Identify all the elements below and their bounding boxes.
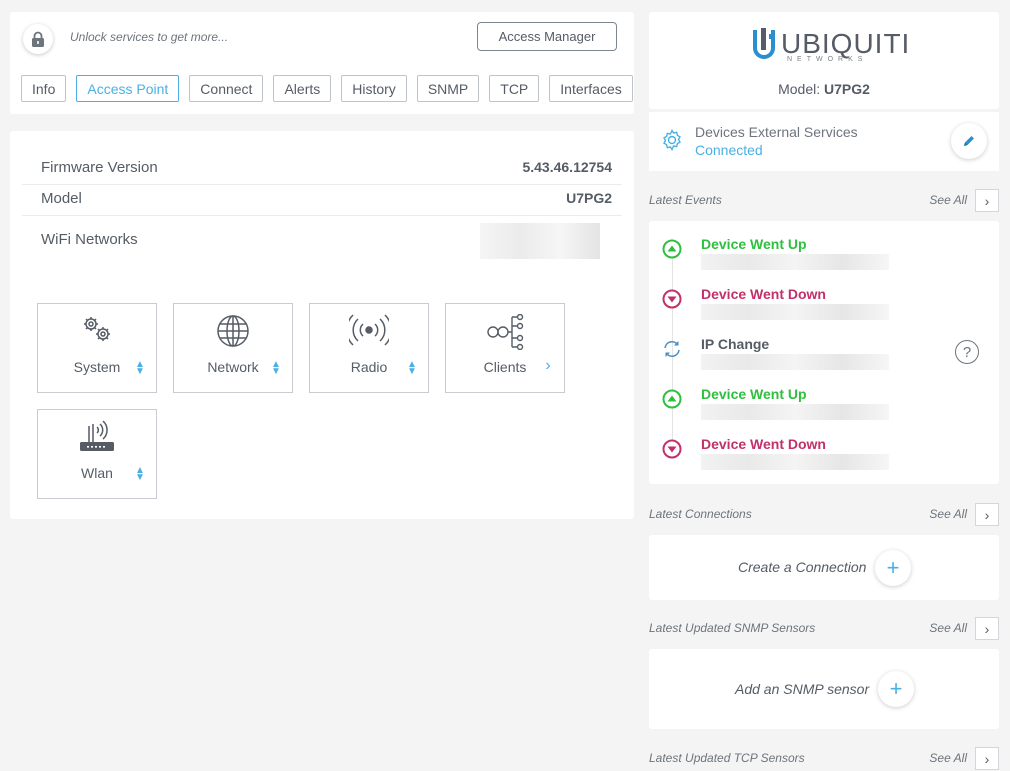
- updown-icon: ▲ ▼: [271, 359, 281, 377]
- create-connection-text: Create a Connection: [738, 559, 867, 575]
- model-row: Model U7PG2: [22, 190, 622, 216]
- section-title: Latest Updated TCP Sensors: [649, 751, 805, 765]
- latest-tcp-header: Latest Updated TCP Sensors See All ›: [649, 747, 999, 770]
- model-prefix: Model:: [778, 81, 821, 97]
- brand-sub: NETWORKS: [787, 56, 868, 63]
- wifi-router-icon: [38, 420, 156, 454]
- arrow-up-circle-icon: [662, 239, 682, 259]
- add-connection-button[interactable]: +: [875, 550, 911, 586]
- device-model-line: Model: U7PG2: [649, 81, 999, 97]
- firmware-value: 5.43.46.12754: [522, 159, 612, 175]
- ubiquiti-logo: UBIQUITI NETWORKS: [747, 26, 911, 63]
- access-point-info-card: Firmware Version 5.43.46.12754 Model U7P…: [10, 131, 634, 519]
- section-title: Latest Connections: [649, 507, 752, 521]
- model-label: Model: [41, 190, 82, 207]
- clients-network-icon: [446, 314, 564, 350]
- firmware-row: Firmware Version 5.43.46.12754: [22, 159, 622, 185]
- arrow-up-circle-icon: [662, 389, 682, 409]
- external-services-card: Devices External Services Connected: [649, 112, 999, 171]
- chevron-right-icon[interactable]: ›: [975, 747, 999, 770]
- latest-events-card: Device Went Up Device Went Down IP Chang…: [649, 221, 999, 484]
- see-all-link[interactable]: See All: [929, 751, 967, 765]
- ubiquiti-u-icon: [753, 28, 775, 59]
- gear-icon: [661, 129, 683, 156]
- add-snmp-button[interactable]: +: [878, 671, 914, 707]
- updown-icon: ▲ ▼: [407, 359, 417, 377]
- model-value: U7PG2: [566, 190, 612, 206]
- create-connection-card: Create a Connection +: [649, 535, 999, 600]
- edit-services-button[interactable]: [951, 123, 987, 159]
- see-all-link[interactable]: See All: [929, 507, 967, 521]
- chevron-right-icon[interactable]: ›: [975, 189, 999, 212]
- event-details-redacted: [701, 404, 889, 420]
- section-title: Latest Events: [649, 193, 722, 207]
- chevron-right-icon[interactable]: ›: [975, 617, 999, 640]
- chevron-right-icon: ›: [545, 357, 551, 374]
- event-details-redacted: [701, 254, 889, 270]
- tile-network[interactable]: Network ▲ ▼: [173, 303, 293, 393]
- event-details-redacted: [701, 354, 889, 370]
- tab-snmp[interactable]: SNMP: [416, 75, 480, 102]
- chevron-right-icon[interactable]: ›: [975, 503, 999, 526]
- updown-icon: ▲ ▼: [135, 465, 145, 483]
- tile-clients[interactable]: Clients ›: [445, 303, 565, 393]
- access-manager-button[interactable]: Access Manager: [477, 22, 617, 51]
- services-status[interactable]: Connected: [695, 142, 763, 158]
- refresh-icon: [664, 341, 680, 357]
- event-item[interactable]: Device Went Up: [649, 371, 999, 421]
- header-card: Unlock services to get more... Access Ma…: [10, 12, 634, 114]
- event-title: Device Went Down: [701, 436, 826, 452]
- latest-events-header: Latest Events See All ›: [649, 189, 999, 212]
- see-all-link[interactable]: See All: [929, 621, 967, 635]
- arrow-down-circle-icon: [662, 289, 682, 309]
- event-item[interactable]: Device Went Down: [649, 421, 999, 471]
- tab-interfaces[interactable]: Interfaces: [549, 75, 633, 102]
- add-snmp-card: Add an SNMP sensor +: [649, 649, 999, 729]
- firmware-label: Firmware Version: [41, 159, 158, 176]
- device-model-value: U7PG2: [824, 81, 870, 97]
- event-title: Device Went Down: [701, 286, 826, 302]
- tab-info[interactable]: Info: [21, 75, 67, 102]
- event-details-redacted: [701, 454, 889, 470]
- help-icon[interactable]: ?: [955, 340, 979, 364]
- globe-icon: [174, 314, 292, 348]
- tab-connect[interactable]: Connect: [189, 75, 264, 102]
- device-brand-card: UBIQUITI NETWORKS Model: U7PG2: [649, 12, 999, 109]
- radio-signal-icon: [310, 314, 428, 346]
- event-details-redacted: [701, 304, 889, 320]
- wifi-label: WiFi Networks: [41, 231, 138, 248]
- add-snmp-text: Add an SNMP sensor: [735, 681, 870, 697]
- tab-access-point[interactable]: Access Point: [76, 75, 180, 102]
- tile-wlan[interactable]: Wlan ▲ ▼: [37, 409, 157, 499]
- latest-snmp-header: Latest Updated SNMP Sensors See All ›: [649, 617, 999, 640]
- tile-radio[interactable]: Radio ▲ ▼: [309, 303, 429, 393]
- event-title: Device Went Up: [701, 236, 807, 252]
- device-tabs: Info Access Point Connect Alerts History…: [21, 75, 633, 102]
- pencil-icon: [964, 136, 974, 146]
- tab-history[interactable]: History: [341, 75, 407, 102]
- brand-name: UBIQUITI: [781, 28, 911, 59]
- wifi-networks-redacted: [480, 223, 600, 259]
- event-title: IP Change: [701, 336, 770, 352]
- tab-alerts[interactable]: Alerts: [273, 75, 332, 102]
- arrow-down-circle-icon: [662, 439, 682, 459]
- tile-system[interactable]: System ▲ ▼: [37, 303, 157, 393]
- unlock-text: Unlock services to get more...: [70, 30, 229, 44]
- gears-icon: [38, 314, 156, 344]
- event-item[interactable]: Device Went Down: [649, 271, 999, 321]
- services-title: Devices External Services: [695, 124, 858, 140]
- see-all-link[interactable]: See All: [929, 193, 967, 207]
- section-title: Latest Updated SNMP Sensors: [649, 621, 816, 635]
- latest-connections-header: Latest Connections See All ›: [649, 503, 999, 526]
- event-title: Device Went Up: [701, 386, 807, 402]
- lock-icon[interactable]: [23, 24, 53, 54]
- updown-icon: ▲ ▼: [135, 359, 145, 377]
- event-item[interactable]: Device Went Up: [649, 221, 999, 271]
- event-item[interactable]: IP Change: [649, 321, 999, 371]
- tab-tcp[interactable]: TCP: [489, 75, 540, 102]
